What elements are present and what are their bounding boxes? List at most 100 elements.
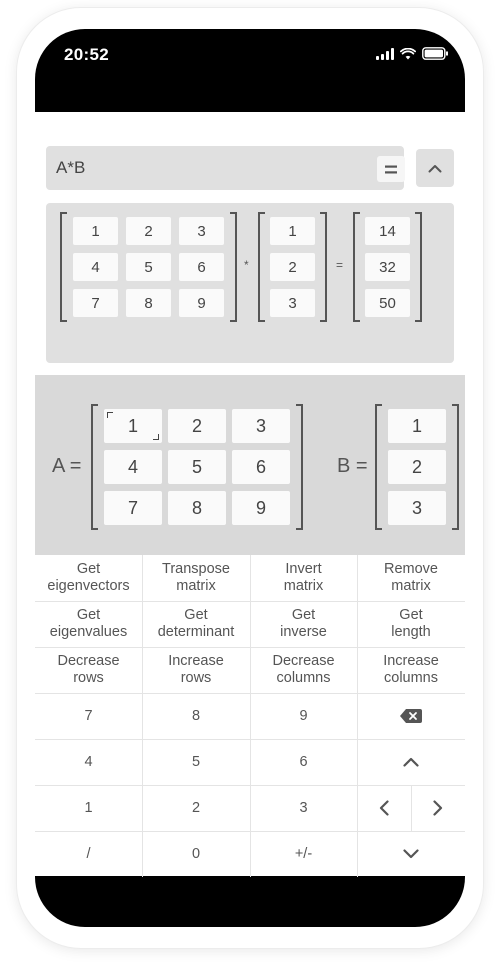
editor-matrix-b-right-bracket: [452, 404, 459, 530]
equals-icon: [385, 165, 397, 173]
keypad-divider: [250, 555, 251, 877]
active-cell-marker: [107, 412, 113, 418]
keypad-divider: [357, 555, 358, 877]
matrix-cell[interactable]: 7: [104, 491, 162, 525]
matrix-cell: 7: [73, 289, 118, 317]
wifi-icon: [400, 47, 416, 59]
function-key[interactable]: Get length: [357, 601, 465, 647]
status-bar: 20:52: [35, 29, 465, 89]
result-matrix-c-right-bracket: [415, 212, 422, 322]
digit-key[interactable]: /: [35, 831, 142, 877]
keypad-divider: [142, 555, 143, 877]
matrix-cell[interactable]: 6: [232, 450, 290, 484]
matrix-cell: 2: [126, 217, 171, 245]
matrix-editor: A = B = 123456789123: [35, 375, 465, 555]
result-panel: 1 2 3 4 5 6 7 8 9 * 1 2 3 = 14 32 50: [46, 203, 454, 363]
chevron-right-icon: [433, 800, 443, 816]
matrix-cell[interactable]: 2: [388, 450, 446, 484]
result-matrix-a-left-bracket: [60, 212, 67, 322]
keypad-divider: [411, 785, 412, 831]
matrix-cell[interactable]: 9: [232, 491, 290, 525]
digit-key[interactable]: 9: [250, 693, 357, 739]
editor-matrix-b-left-bracket: [375, 404, 382, 530]
result-matrix-c: 14 32 50: [353, 212, 422, 322]
backspace-icon: [400, 709, 422, 723]
status-time: 20:52: [64, 45, 109, 64]
digit-key[interactable]: 8: [142, 693, 250, 739]
function-key[interactable]: Invert matrix: [250, 555, 357, 601]
result-matrix-b: 1 2 3: [258, 212, 327, 322]
digit-key[interactable]: 4: [35, 739, 142, 785]
expression-text: A*B: [56, 158, 86, 177]
matrix-cell[interactable]: 4: [104, 450, 162, 484]
matrix-cell: 6: [179, 253, 224, 281]
expression-bar[interactable]: A*B: [46, 146, 405, 190]
matrix-cell[interactable]: 3: [232, 409, 290, 443]
digit-key[interactable]: 5: [142, 739, 250, 785]
status-icons: [376, 47, 449, 60]
digit-key[interactable]: 2: [142, 785, 250, 831]
matrix-cell: 9: [179, 289, 224, 317]
multiply-operator: *: [244, 258, 249, 272]
result-matrix-b-left-bracket: [258, 212, 265, 322]
matrix-cell: 32: [365, 253, 410, 281]
function-key[interactable]: Increase columns: [357, 647, 465, 693]
digit-key[interactable]: 1: [35, 785, 142, 831]
function-key[interactable]: Increase rows: [142, 647, 250, 693]
editor-matrix-a-right-bracket: [296, 404, 303, 530]
matrix-cell[interactable]: 8: [168, 491, 226, 525]
matrix-cell: 8: [126, 289, 171, 317]
result-matrix-b-right-bracket: [320, 212, 327, 322]
chevron-down-key[interactable]: [357, 831, 465, 877]
chevron-up-icon: [403, 757, 419, 767]
matrix-b-label: B =: [337, 455, 368, 477]
editor-matrix-a-left-bracket: [91, 404, 98, 530]
digit-key[interactable]: 7: [35, 693, 142, 739]
chevron-left-icon: [379, 800, 389, 816]
function-key[interactable]: Transpose matrix: [142, 555, 250, 601]
matrix-cell: 1: [270, 217, 315, 245]
function-key[interactable]: Get determinant: [142, 601, 250, 647]
matrix-a-label: A =: [52, 455, 82, 477]
chevron-down-icon: [403, 849, 419, 859]
app-screen: A*B 1 2 3 4 5 6 7 8 9 * 1 2 3 = 14 32 50 A = B = 1234567…: [35, 112, 465, 877]
keypad: Get eigenvectors Transpose matrix Invert m…: [35, 555, 465, 877]
matrix-cell[interactable]: 1: [388, 409, 446, 443]
function-key[interactable]: Remove matrix: [357, 555, 465, 601]
backspace-key[interactable]: [357, 693, 465, 739]
digit-key[interactable]: 0: [142, 831, 250, 877]
digit-key[interactable]: 6: [250, 739, 357, 785]
function-key[interactable]: Get eigenvectors: [35, 555, 142, 601]
matrix-cell: 14: [365, 217, 410, 245]
result-matrix-a: 123 456 789: [60, 212, 237, 322]
matrix-cell-active[interactable]: 1: [104, 409, 162, 443]
matrix-cell[interactable]: 2: [168, 409, 226, 443]
matrix-cell: 2: [270, 253, 315, 281]
function-key[interactable]: Decrease rows: [35, 647, 142, 693]
result-matrix-a-right-bracket: [230, 212, 237, 322]
signal-icon: [376, 47, 394, 60]
matrix-cell: 3: [179, 217, 224, 245]
matrix-cell[interactable]: 3: [388, 491, 446, 525]
collapse-button[interactable]: [416, 149, 454, 187]
digit-key[interactable]: 3: [250, 785, 357, 831]
phone-screen: 20:52 A*B 1 2 3 4 5 6 7 8 9 * 1 2 3 = 14…: [35, 29, 465, 927]
matrix-cell[interactable]: 5: [168, 450, 226, 484]
chevron-up-icon: [428, 164, 442, 172]
equals-button[interactable]: [377, 156, 405, 182]
function-key[interactable]: Decrease columns: [250, 647, 357, 693]
chevron-up-key[interactable]: [357, 739, 465, 785]
function-key[interactable]: Get eigenvalues: [35, 601, 142, 647]
editor-matrix-b: 1 2 3: [375, 404, 459, 530]
chevron-left-key[interactable]: [357, 785, 411, 831]
equals-operator: =: [336, 258, 344, 272]
result-matrix-c-left-bracket: [353, 212, 360, 322]
function-key[interactable]: Get inverse: [250, 601, 357, 647]
digit-key[interactable]: +/-: [250, 831, 357, 877]
matrix-cell: 50: [365, 289, 410, 317]
matrix-cell: 1: [73, 217, 118, 245]
matrix-cell: 3: [270, 289, 315, 317]
chevron-right-key[interactable]: [411, 785, 465, 831]
active-cell-marker: [153, 434, 159, 440]
battery-icon: [422, 47, 448, 60]
